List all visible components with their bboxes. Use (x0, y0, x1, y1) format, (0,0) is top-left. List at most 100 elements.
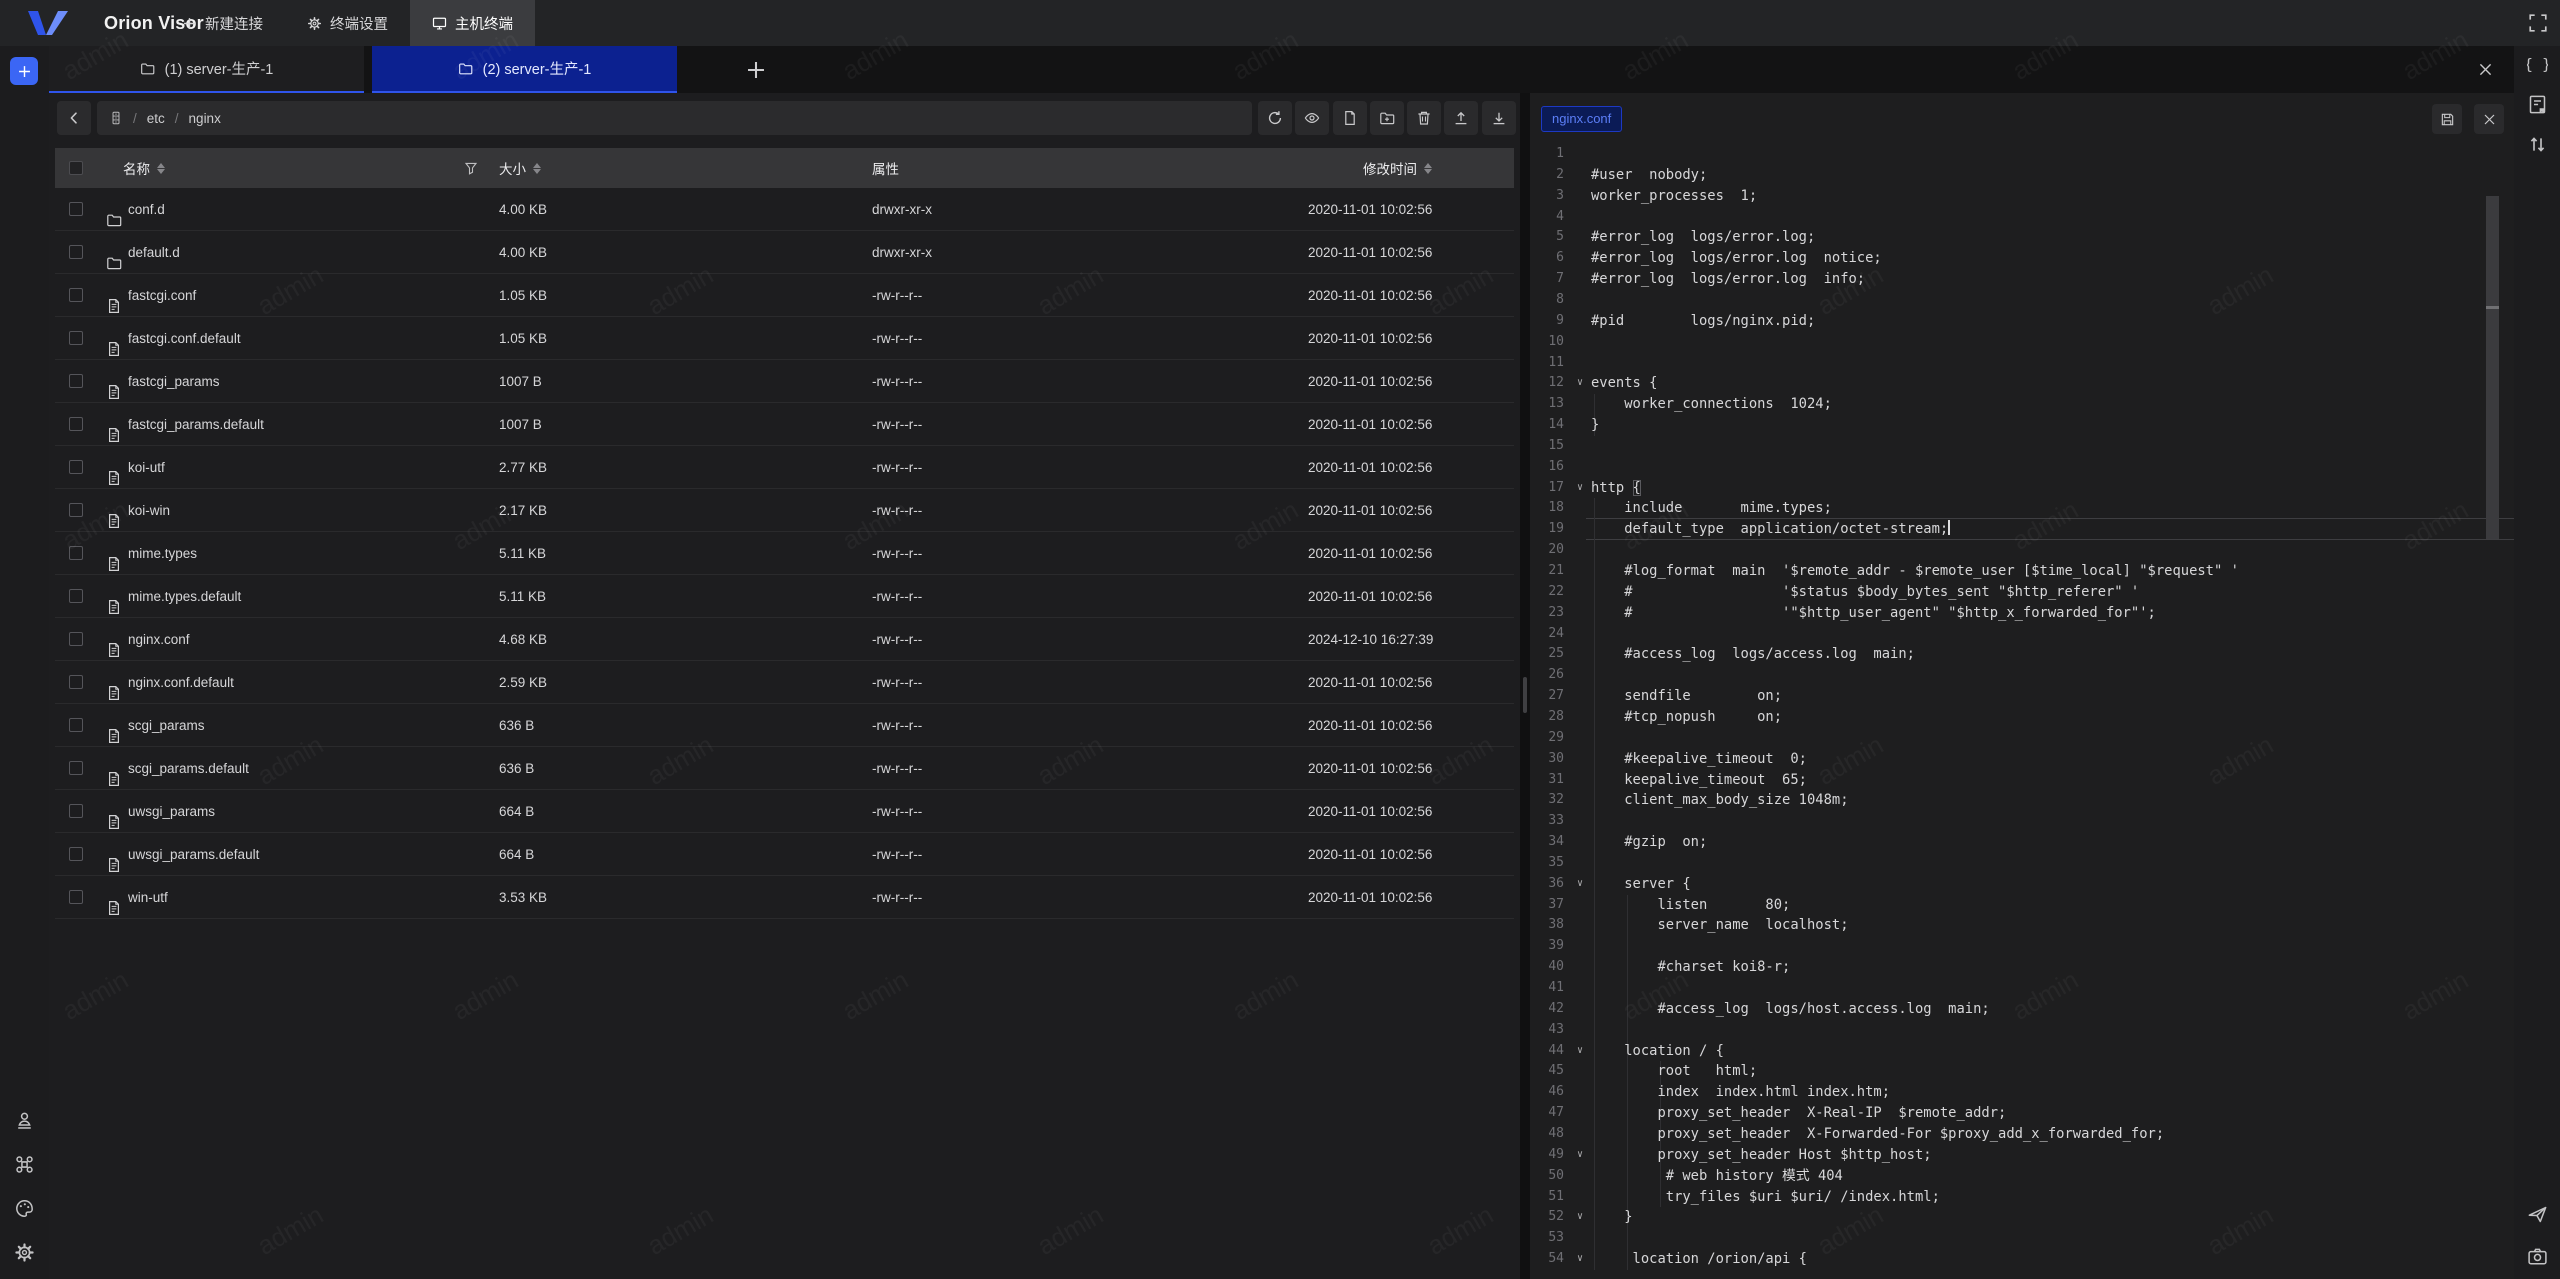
fullscreen-icon[interactable] (2528, 13, 2548, 33)
file-row[interactable]: fastcgi_params1007 B-rw-r--r--2020-11-01… (55, 360, 1514, 403)
column-header-size[interactable]: 大小 (499, 148, 541, 188)
file-row[interactable]: koi-utf2.77 KB-rw-r--r--2020-11-01 10:02… (55, 446, 1514, 489)
filter-icon[interactable] (464, 161, 478, 175)
code-line[interactable]: 45 root html; (1530, 1061, 2514, 1082)
code-line[interactable]: 1 (1530, 144, 2514, 165)
user-icon[interactable] (14, 1110, 35, 1131)
new-tab-button[interactable] (10, 57, 38, 85)
fold-chevron-icon[interactable]: ∨ (1572, 373, 1588, 394)
code-line[interactable]: 11 (1530, 353, 2514, 374)
code-line[interactable]: 3worker_processes 1; (1530, 186, 2514, 207)
column-header-mtime[interactable]: 修改时间 (1363, 148, 1432, 188)
file-row[interactable]: fastcgi.conf1.05 KB-rw-r--r--2020-11-01 … (55, 274, 1514, 317)
file-name[interactable]: nginx.conf.default (128, 661, 234, 704)
code-line[interactable]: 2#user nobody; (1530, 165, 2514, 186)
code-line[interactable]: 16 (1530, 457, 2514, 478)
code-line[interactable]: 38 server_name localhost; (1530, 915, 2514, 936)
row-checkbox[interactable] (69, 245, 83, 259)
code-line[interactable]: 41 (1530, 978, 2514, 999)
row-checkbox[interactable] (69, 847, 83, 861)
file-row[interactable]: conf.d4.00 KBdrwxr-xr-x2020-11-01 10:02:… (55, 188, 1514, 231)
sort-carets-icon[interactable] (533, 163, 541, 174)
code-editor[interactable]: 12#user nobody;3worker_processes 1;45#er… (1530, 144, 2514, 1279)
code-line[interactable]: 33 (1530, 811, 2514, 832)
code-line[interactable]: 21 #log_format main '$remote_addr - $rem… (1530, 561, 2514, 582)
code-line[interactable]: 31 keepalive_timeout 65; (1530, 770, 2514, 791)
fold-chevron-icon[interactable]: ∨ (1572, 1249, 1588, 1270)
code-line[interactable]: 47 proxy_set_header X-Real-IP $remote_ad… (1530, 1103, 2514, 1124)
gear-icon[interactable] (14, 1242, 35, 1263)
code-line[interactable]: 26 (1530, 665, 2514, 686)
back-button[interactable] (57, 101, 91, 135)
file-name[interactable]: conf.d (128, 188, 165, 231)
fold-chevron-icon[interactable]: ∨ (1572, 1041, 1588, 1062)
code-line[interactable]: 36∨ server { (1530, 874, 2514, 895)
fold-chevron-icon[interactable]: ∨ (1572, 874, 1588, 895)
row-checkbox[interactable] (69, 417, 83, 431)
code-line[interactable]: 9#pid logs/nginx.pid; (1530, 311, 2514, 332)
file-name[interactable]: mime.types (128, 532, 197, 575)
code-line[interactable]: 19 default_type application/octet-stream… (1530, 519, 2514, 540)
row-checkbox[interactable] (69, 718, 83, 732)
file-row[interactable]: default.d4.00 KBdrwxr-xr-x2020-11-01 10:… (55, 231, 1514, 274)
file-name[interactable]: nginx.conf (128, 618, 190, 661)
code-line[interactable]: 37 listen 80; (1530, 895, 2514, 916)
code-line[interactable]: 44∨ location / { (1530, 1041, 2514, 1062)
code-line[interactable]: 49∨ proxy_set_header Host $http_host; (1530, 1145, 2514, 1166)
open-file-tag[interactable]: nginx.conf (1541, 106, 1622, 132)
code-line[interactable]: 23 # '"$http_user_agent" "$http_x_forwar… (1530, 603, 2514, 624)
code-line[interactable]: 42 #access_log logs/host.access.log main… (1530, 999, 2514, 1020)
code-line[interactable]: 40 #charset koi8-r; (1530, 957, 2514, 978)
file-row[interactable]: fastcgi.conf.default1.05 KB-rw-r--r--202… (55, 317, 1514, 360)
code-line[interactable]: 5#error_log logs/error.log; (1530, 227, 2514, 248)
row-checkbox[interactable] (69, 374, 83, 388)
breadcrumb[interactable]: /etc/nginx (97, 101, 1252, 135)
code-line[interactable]: 10 (1530, 332, 2514, 353)
row-checkbox[interactable] (69, 804, 83, 818)
row-checkbox[interactable] (69, 589, 83, 603)
row-checkbox[interactable] (69, 546, 83, 560)
resize-handle[interactable] (1523, 677, 1527, 713)
row-checkbox[interactable] (69, 503, 83, 517)
code-line[interactable]: 12∨events { (1530, 373, 2514, 394)
row-checkbox[interactable] (69, 761, 83, 775)
code-line[interactable]: 24 (1530, 624, 2514, 645)
file-new-button[interactable] (1333, 101, 1367, 135)
code-line[interactable]: 6#error_log logs/error.log notice; (1530, 248, 2514, 269)
row-checkbox[interactable] (69, 288, 83, 302)
file-row[interactable]: nginx.conf.default2.59 KB-rw-r--r--2020-… (55, 661, 1514, 704)
fold-chevron-icon[interactable]: ∨ (1572, 478, 1588, 499)
file-row[interactable]: uwsgi_params.default664 B-rw-r--r--2020-… (55, 833, 1514, 876)
code-line[interactable]: 53 (1530, 1228, 2514, 1249)
column-header-attr[interactable]: 属性 (872, 148, 899, 188)
file-row[interactable]: win-utf3.53 KB-rw-r--r--2020-11-01 10:02… (55, 876, 1514, 919)
eye-button[interactable] (1295, 101, 1329, 135)
code-line[interactable]: 54∨ location /orion/api { (1530, 1249, 2514, 1270)
code-line[interactable]: 27 sendfile on; (1530, 686, 2514, 707)
braces-icon[interactable]: { } (2527, 54, 2548, 75)
tab-2[interactable]: (2) server-生产-1 (372, 46, 677, 93)
code-line[interactable]: 7#error_log logs/error.log info; (1530, 269, 2514, 290)
file-name[interactable]: win-utf (128, 876, 168, 919)
file-row[interactable]: scgi_params.default636 B-rw-r--r--2020-1… (55, 747, 1514, 790)
trash-button[interactable] (1407, 101, 1441, 135)
download-button[interactable] (1482, 101, 1516, 135)
code-line[interactable]: 43 (1530, 1020, 2514, 1041)
command-icon[interactable] (14, 1154, 35, 1175)
file-name[interactable]: fastcgi.conf (128, 274, 196, 317)
file-name[interactable]: scgi_params (128, 704, 205, 747)
sort-carets-icon[interactable] (157, 163, 165, 174)
sort-carets-icon[interactable] (1424, 163, 1432, 174)
code-line[interactable]: 29 (1530, 728, 2514, 749)
code-line[interactable]: 13 worker_connections 1024; (1530, 394, 2514, 415)
code-line[interactable]: 34 #gzip on; (1530, 832, 2514, 853)
code-line[interactable]: 18 include mime.types; (1530, 498, 2514, 519)
breadcrumb-segment[interactable]: etc (147, 111, 165, 126)
code-line[interactable]: 25 #access_log logs/access.log main; (1530, 644, 2514, 665)
row-checkbox[interactable] (69, 675, 83, 689)
file-row[interactable]: scgi_params636 B-rw-r--r--2020-11-01 10:… (55, 704, 1514, 747)
code-line[interactable]: 50 # web history 模式 404 (1530, 1166, 2514, 1187)
code-line[interactable]: 8 (1530, 290, 2514, 311)
code-line[interactable]: 48 proxy_set_header X-Forwarded-For $pro… (1530, 1124, 2514, 1145)
file-row[interactable]: fastcgi_params.default1007 B-rw-r--r--20… (55, 403, 1514, 446)
